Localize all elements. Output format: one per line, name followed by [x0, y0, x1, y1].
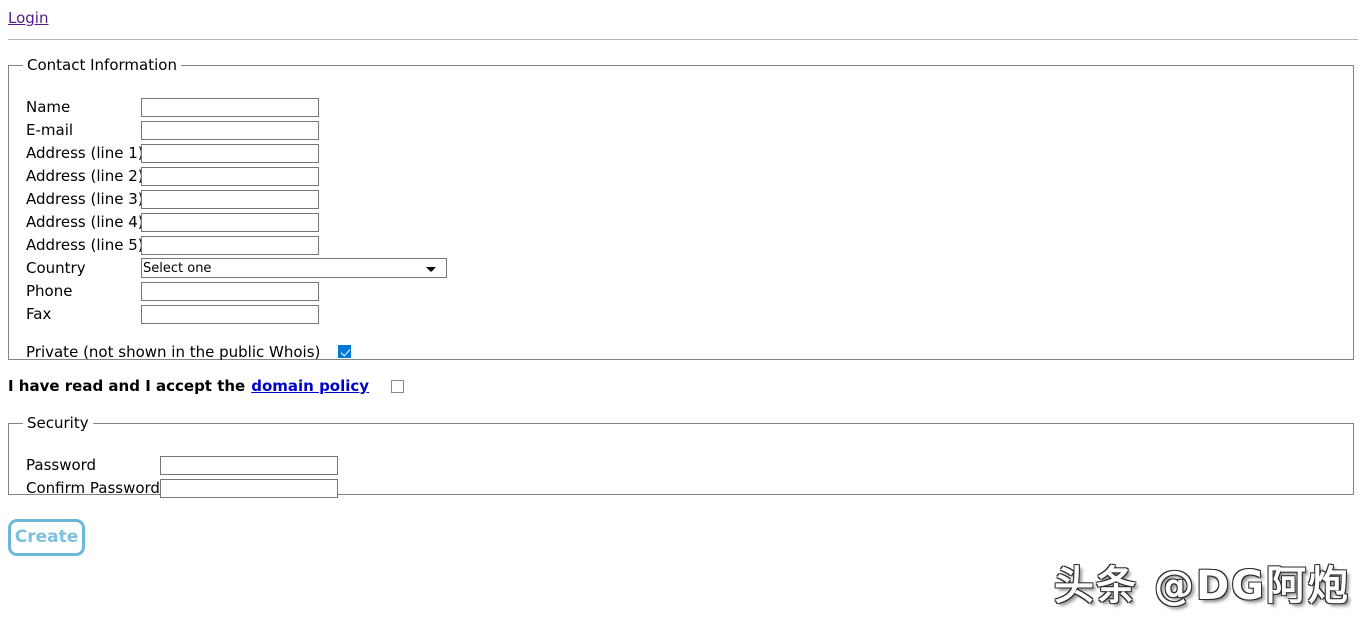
security-fields-list: Password Confirm Password [9, 454, 338, 500]
field-row-email: E-mail [9, 119, 447, 142]
label-confirm-password: Confirm Password [26, 478, 160, 497]
field-name [141, 97, 319, 117]
label-password: Password [26, 455, 97, 474]
address-line-4-input[interactable] [141, 212, 319, 232]
field-row-name: Name [9, 96, 447, 119]
label-address-line-3: Address (line 3) [26, 189, 144, 208]
field-row-address-line-3: Address (line 3) [9, 188, 447, 211]
field-country: Select one [141, 258, 447, 278]
phone-input[interactable] [141, 281, 319, 301]
field-address-line-2 [141, 166, 319, 186]
field-password [160, 455, 338, 475]
create-button[interactable]: Create [8, 519, 85, 556]
contact-information-legend: Contact Information [27, 56, 177, 74]
field-address-line-3 [141, 189, 319, 209]
field-row-address-line-4: Address (line 4) [9, 211, 447, 234]
field-address-line-5 [141, 235, 319, 255]
address-line-5-input[interactable] [141, 235, 319, 255]
confirm-password-input[interactable] [160, 478, 338, 498]
label-address-line-2: Address (line 2) [26, 166, 144, 185]
field-email [141, 120, 319, 140]
label-name: Name [26, 97, 71, 116]
name-input[interactable] [141, 97, 319, 117]
contact-fields-list: Name E-mail Address (line 1) Address (li… [9, 96, 447, 326]
security-legend: Security [27, 414, 89, 432]
field-fax [141, 304, 319, 324]
label-address-line-4: Address (line 4) [26, 212, 144, 231]
domain-policy-link[interactable]: domain policy [251, 377, 369, 395]
field-row-password: Password [9, 454, 338, 477]
watermark: 头条 @DG阿炮 [1054, 563, 1350, 609]
field-row-address-line-1: Address (line 1) [9, 142, 447, 165]
field-row-address-line-5: Address (line 5) [9, 234, 447, 257]
private-whois-row: Private (not shown in the public Whois) [9, 342, 352, 362]
private-whois-checkbox-wrap [338, 345, 352, 358]
label-email: E-mail [26, 120, 74, 139]
accept-policy-row: I have read and I accept the domain poli… [8, 377, 405, 395]
label-phone: Phone [26, 281, 73, 300]
address-line-3-input[interactable] [141, 189, 319, 209]
accept-policy-checkbox[interactable] [391, 379, 405, 393]
login-link[interactable]: Login [8, 9, 48, 27]
label-address-line-5: Address (line 5) [26, 235, 144, 254]
label-fax: Fax [26, 304, 52, 323]
field-row-country: Country Select one [9, 257, 447, 280]
field-confirm-password [160, 478, 338, 498]
accept-policy-checkbox-wrap [391, 379, 405, 393]
field-row-address-line-2: Address (line 2) [9, 165, 447, 188]
address-line-1-input[interactable] [141, 143, 319, 163]
private-whois-label: Private (not shown in the public Whois) [26, 342, 321, 361]
header-divider [8, 39, 1358, 40]
topbar: Login [0, 0, 1366, 40]
field-address-line-4 [141, 212, 319, 232]
private-whois-checkbox[interactable] [338, 345, 352, 358]
field-row-phone: Phone [9, 280, 447, 303]
field-address-line-1 [141, 143, 319, 163]
label-country: Country [26, 258, 86, 277]
field-phone [141, 281, 319, 301]
field-row-fax: Fax [9, 303, 447, 326]
label-address-line-1: Address (line 1) [26, 143, 144, 162]
contact-information-fieldset: Contact Information Name E-mail Address … [8, 56, 1354, 362]
security-fieldset: Security Password Confirm Password [8, 414, 1354, 498]
email-input[interactable] [141, 120, 319, 140]
country-select[interactable]: Select one [141, 258, 447, 278]
fax-input[interactable] [141, 304, 319, 324]
address-line-2-input[interactable] [141, 166, 319, 186]
password-input[interactable] [160, 455, 338, 475]
field-row-confirm-password: Confirm Password [9, 477, 338, 500]
accept-policy-text: I have read and I accept the [8, 377, 246, 395]
